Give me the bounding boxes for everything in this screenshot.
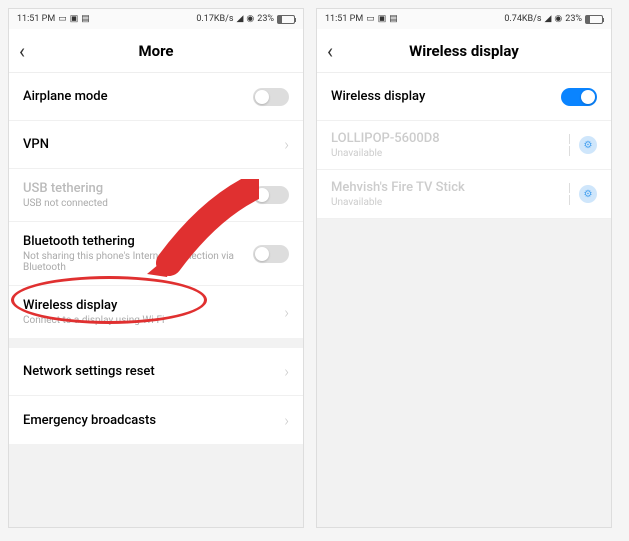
battery-icon [277,15,295,24]
row-network-settings-reset[interactable]: Network settings reset › [9,348,303,396]
notification-icon: ▣ [378,14,387,24]
battery-pct: 23% [565,14,582,24]
row-bluetooth-tethering[interactable]: Bluetooth tethering Not sharing this pho… [9,222,303,286]
chat-icon: ▤ [389,14,398,24]
row-emergency-broadcasts[interactable]: Emergency broadcasts › [9,396,303,444]
usb-tethering-toggle [253,186,289,204]
wireless-display-list: Wireless display LOLLIPOP-5600D8 Unavail… [317,73,611,219]
chevron-right-icon: › [284,135,289,154]
device-status: Unavailable [331,148,569,159]
status-bar: 11:51 PM ▭ ▣ ▤ 0.74KB/s ◢ ◉ 23% [317,9,611,29]
youtube-icon: ▭ [366,14,375,24]
chevron-right-icon: › [284,303,289,322]
header: ‹ More [9,29,303,73]
page-title: More [9,42,303,60]
device-row[interactable]: Mehvish's Fire TV Stick Unavailable ⚙ [317,170,611,219]
battery-icon [585,15,603,24]
row-vpn[interactable]: VPN › [9,121,303,169]
status-time: 11:51 PM [17,14,55,24]
row-usb-tethering: USB tethering USB not connected [9,169,303,222]
device-name: Mehvish's Fire TV Stick [331,180,569,195]
wireless-display-toggle[interactable] [561,88,597,106]
wifi-icon: ◉ [554,14,562,24]
net-speed: 0.74KB/s [504,14,541,24]
chevron-right-icon: › [284,362,289,381]
youtube-icon: ▭ [58,14,67,24]
back-button[interactable]: ‹ [327,39,351,63]
row-sublabel: Connect to a display using Wi-Fi [23,315,284,326]
section-spacer [9,338,303,348]
row-label: Network settings reset [23,364,284,379]
phone-left-more-settings: 11:51 PM ▭ ▣ ▤ 0.17KB/s ◢ ◉ 23% ‹ More A… [8,8,304,528]
net-speed: 0.17KB/s [196,14,233,24]
chat-icon: ▤ [81,14,90,24]
status-time: 11:51 PM [325,14,363,24]
status-bar: 11:51 PM ▭ ▣ ▤ 0.17KB/s ◢ ◉ 23% [9,9,303,29]
device-name: LOLLIPOP-5600D8 [331,131,569,146]
row-label: VPN [23,137,284,152]
row-label: Wireless display [23,298,284,313]
back-button[interactable]: ‹ [19,39,43,63]
row-label: USB tethering [23,181,253,196]
signal-icon: ◢ [545,14,552,24]
notification-icon: ▣ [70,14,79,24]
settings-list: Airplane mode VPN › USB tethering USB no… [9,73,303,338]
page-title: Wireless display [317,42,611,60]
row-label: Emergency broadcasts [23,413,284,428]
row-sublabel: USB not connected [23,198,253,209]
battery-pct: 23% [257,14,274,24]
row-label: Wireless display [331,89,561,104]
settings-list-2: Network settings reset › Emergency broad… [9,348,303,444]
bluetooth-tethering-toggle[interactable] [253,245,289,263]
airplane-toggle[interactable] [253,88,289,106]
row-sublabel: Not sharing this phone's Internet connec… [23,251,253,273]
device-settings-icon[interactable]: ⚙ [579,185,597,203]
chevron-right-icon: › [284,411,289,430]
device-status: Unavailable [331,197,569,208]
divider-icon [569,183,571,205]
wifi-icon: ◉ [246,14,254,24]
header: ‹ Wireless display [317,29,611,73]
divider-icon [569,134,571,156]
device-row[interactable]: LOLLIPOP-5600D8 Unavailable ⚙ [317,121,611,170]
row-airplane-mode[interactable]: Airplane mode [9,73,303,121]
phone-right-wireless-display: 11:51 PM ▭ ▣ ▤ 0.74KB/s ◢ ◉ 23% ‹ Wirele… [316,8,612,528]
signal-icon: ◢ [237,14,244,24]
row-label: Bluetooth tethering [23,234,253,249]
row-wireless-display-toggle[interactable]: Wireless display [317,73,611,121]
row-wireless-display[interactable]: Wireless display Connect to a display us… [9,286,303,338]
device-settings-icon[interactable]: ⚙ [579,136,597,154]
row-label: Airplane mode [23,89,253,104]
